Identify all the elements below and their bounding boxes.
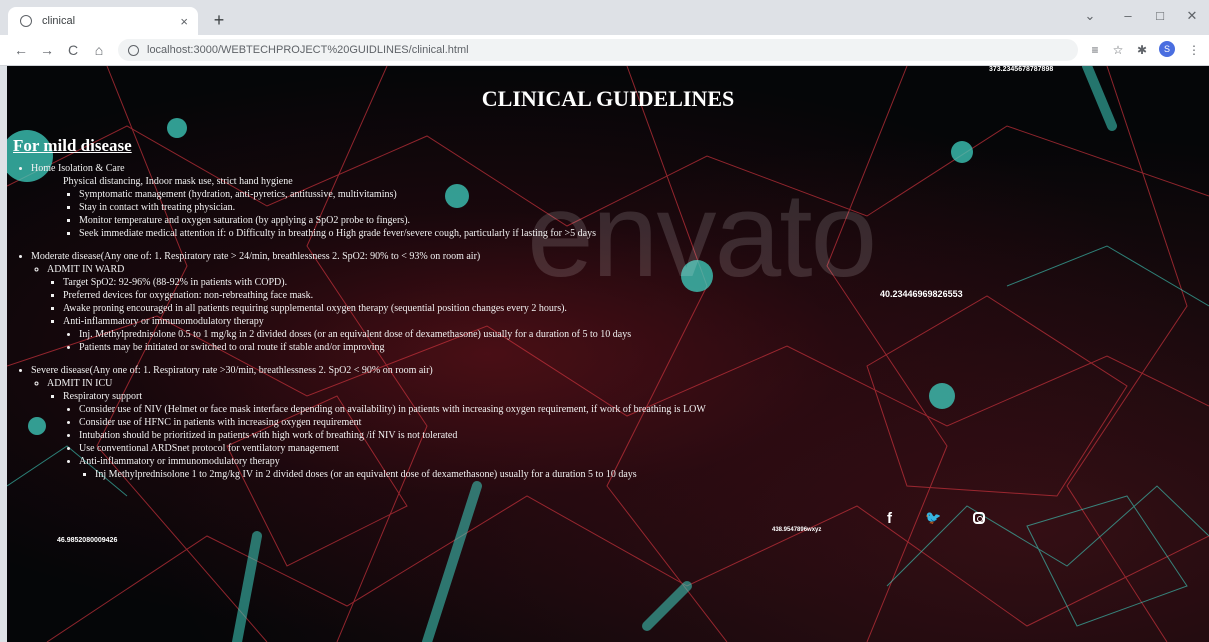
list-item: Consider use of HFNC in patients with in… — [79, 416, 1209, 429]
severe-support-item: Consider use of HFNC in patients with in… — [79, 417, 362, 428]
list-item: Patients may be initiated or switched to… — [79, 341, 1209, 354]
list-item: Seek immediate medical attention if: o D… — [79, 227, 1209, 240]
severe-support-item: Consider use of NIV (Helmet or face mask… — [79, 404, 706, 415]
respiratory-support-label: Respiratory support — [63, 391, 143, 402]
list-item: Respiratory support Consider use of NIV … — [63, 390, 1209, 481]
moderate-therapy-item: Inj. Methylprednisolone 0.5 to 1 mg/kg i… — [79, 329, 632, 340]
icu-label: ADMIT IN ICU — [47, 378, 113, 389]
list-item: Monitor temperature and oxygen saturatio… — [79, 214, 1209, 227]
list-item: Moderate disease(Any one of: 1. Respirat… — [31, 250, 1209, 354]
url-text[interactable]: localhost:3000/WEBTECHPROJECT%20GUIDLINE… — [147, 44, 469, 56]
address-bar[interactable]: localhost:3000/WEBTECHPROJECT%20GUIDLINE… — [118, 39, 1078, 61]
tab-clinical[interactable]: clinical × — [8, 7, 198, 35]
moderate-item: Moderate disease(Any one of: 1. Respirat… — [31, 251, 481, 262]
globe-icon — [20, 15, 32, 27]
severe-support-item: Anti-inflammatory or immunomodulatory th… — [79, 456, 280, 467]
severe-support-item: Intubation should be prioritized in pati… — [79, 430, 458, 441]
translate-icon[interactable]: ≡ — [1087, 42, 1103, 58]
list-item: Inj Methylprednisolone 1 to 2mg/kg IV in… — [95, 468, 1209, 481]
new-tab-button[interactable]: + — [208, 10, 230, 32]
severe-item: Severe disease(Any one of: 1. Respirator… — [31, 365, 433, 376]
facebook-icon[interactable]: f — [887, 510, 892, 527]
instagram-icon[interactable] — [973, 512, 985, 524]
list-item: Use conventional ARDSnet protocol for ve… — [79, 442, 1209, 455]
severe-therapy-item: Inj Methylprednisolone 1 to 2mg/kg IV in… — [95, 469, 637, 480]
severe-support-item: Use conventional ARDSnet protocol for ve… — [79, 443, 339, 454]
moderate-sub-item: Target SpO2: 92-96% (88-92% in patients … — [63, 277, 288, 288]
moderate-sub-item: Anti-inflammatory or immunomodulatory th… — [63, 316, 264, 327]
list-item: Physical distancing, Indoor mask use, st… — [63, 175, 1209, 188]
chevron-down-icon[interactable]: ⌄ — [1080, 8, 1100, 24]
extensions-icon[interactable]: ✱ — [1134, 42, 1150, 58]
mild-sub-item: Monitor temperature and oxygen saturatio… — [79, 215, 411, 226]
list-item: Inj. Methylprednisolone 0.5 to 1 mg/kg i… — [79, 328, 1209, 341]
list-item: Severe disease(Any one of: 1. Respirator… — [31, 364, 1209, 481]
mild-list: Home Isolation & Care Physical distancin… — [7, 162, 1209, 240]
page-viewport: envato 373.2345678787898 40.234469698265… — [7, 66, 1209, 642]
menu-icon[interactable]: ⋮ — [1186, 42, 1202, 58]
mild-sub-item: Symptomatic management (hydration, anti-… — [79, 189, 397, 200]
browser-toolbar: ← → C ⌂ localhost:3000/WEBTECHPROJECT%20… — [0, 35, 1209, 66]
tab-title: clinical — [42, 15, 76, 27]
bookmark-star-icon[interactable]: ☆ — [1110, 42, 1126, 58]
mild-sub-item: Seek immediate medical attention if: o D… — [79, 228, 596, 239]
list-item: Awake proning encouraged in all patients… — [63, 302, 1209, 315]
list-item: Consider use of NIV (Helmet or face mask… — [79, 403, 1209, 416]
list-item: Symptomatic management (hydration, anti-… — [79, 188, 1209, 201]
back-button[interactable]: ← — [12, 41, 30, 59]
info-icon[interactable] — [128, 44, 139, 56]
moderate-sub-item: Awake proning encouraged in all patients… — [63, 303, 567, 314]
severe-list: Severe disease(Any one of: 1. Respirator… — [7, 364, 1209, 481]
home-button[interactable]: ⌂ — [90, 41, 108, 59]
list-item: ADMIT IN ICU Respiratory support Conside… — [47, 377, 1209, 481]
list-item: Preferred devices for oxygenation: non-r… — [63, 289, 1209, 302]
overlay-number-top-right: 373.2345678787898 — [989, 66, 1054, 73]
list-item: Stay in contact with treating physician. — [79, 201, 1209, 214]
overlay-number-bottom-left: 46.9852080009426 — [57, 537, 118, 544]
minimize-button[interactable]: – — [1118, 8, 1138, 23]
overlay-number-bottom-mid: 438.9547896wxyz — [772, 527, 822, 533]
close-window-button[interactable]: ✕ — [1182, 8, 1202, 24]
tab-strip: clinical × + ⌄ – □ ✕ — [0, 0, 1209, 35]
moderate-list: Moderate disease(Any one of: 1. Respirat… — [7, 250, 1209, 354]
list-item: ADMIT IN WARD Target SpO2: 92-96% (88-92… — [47, 263, 1209, 354]
list-item: Target SpO2: 92-96% (88-92% in patients … — [63, 276, 1209, 289]
twitter-icon[interactable]: 🐦 — [925, 510, 941, 526]
maximize-button[interactable]: □ — [1150, 8, 1170, 23]
section-heading-mild: For mild disease — [13, 136, 132, 155]
profile-avatar[interactable]: S — [1159, 41, 1175, 57]
reload-button[interactable]: C — [64, 41, 82, 59]
page-title: CLINICAL GUIDELINES — [481, 86, 735, 111]
forward-button[interactable]: → — [38, 41, 56, 59]
mild-plain-line: Physical distancing, Indoor mask use, st… — [63, 176, 293, 187]
list-item: Intubation should be prioritized in pati… — [79, 429, 1209, 442]
list-item: Anti-inflammatory or immunomodulatory th… — [63, 315, 1209, 354]
ward-label: ADMIT IN WARD — [47, 264, 125, 275]
list-item: Anti-inflammatory or immunomodulatory th… — [79, 455, 1209, 481]
tab-close-icon[interactable]: × — [180, 14, 188, 29]
guidelines-content: Home Isolation & Care Physical distancin… — [7, 162, 1209, 481]
moderate-therapy-item: Patients may be initiated or switched to… — [79, 342, 385, 353]
list-item: Home Isolation & Care Physical distancin… — [31, 162, 1209, 240]
mild-item: Home Isolation & Care — [31, 163, 125, 174]
mild-sub-item: Stay in contact with treating physician. — [79, 202, 236, 213]
moderate-sub-item: Preferred devices for oxygenation: non-r… — [63, 290, 314, 301]
